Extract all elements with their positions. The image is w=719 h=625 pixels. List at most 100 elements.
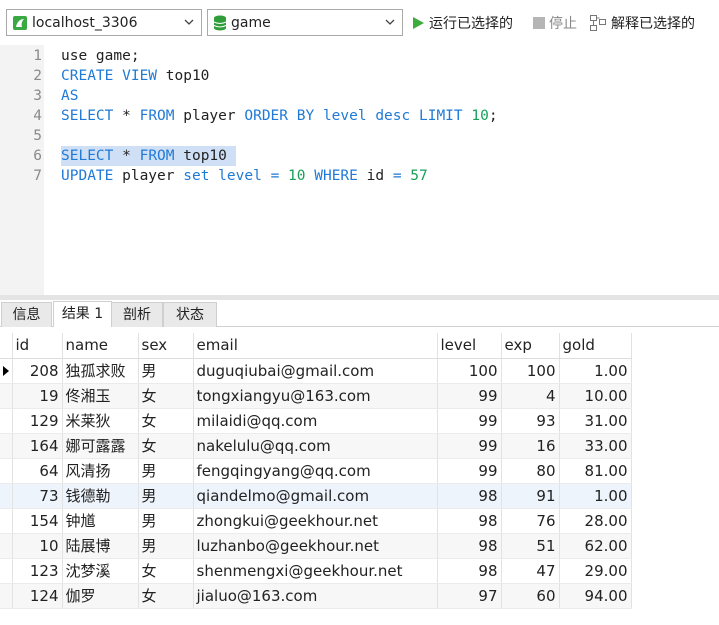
cell-gold[interactable]: 29.00	[559, 558, 632, 584]
code-line[interactable]: 6 SELECT * FROM top10	[0, 146, 719, 166]
cell-id[interactable]: 123	[12, 558, 63, 584]
row-indicator[interactable]	[0, 458, 13, 484]
result-grid[interactable]: id name sex email level exp gold 208 独孤求败男 duguq…	[0, 333, 632, 609]
cell-level[interactable]: 98	[437, 508, 502, 534]
cell-id[interactable]: 208	[12, 358, 63, 384]
table-row[interactable]: 64 风清扬男 fengqingyang@qq.com 99 80 81.00	[0, 458, 632, 484]
cell-sex[interactable]: 男	[138, 483, 194, 509]
cell-level[interactable]: 99	[437, 383, 502, 409]
cell-name[interactable]: 米莱狄	[62, 408, 139, 434]
cell-id[interactable]: 73	[12, 483, 63, 509]
row-indicator[interactable]	[0, 533, 13, 559]
table-row[interactable]: 73 钱德勒男 qiandelmo@gmail.com 98 91 1.00	[0, 483, 632, 509]
cell-sex[interactable]: 男	[138, 358, 194, 384]
cell-email[interactable]: qiandelmo@gmail.com	[193, 483, 438, 509]
cell-id[interactable]: 64	[12, 458, 63, 484]
row-indicator[interactable]	[0, 358, 13, 384]
cell-exp[interactable]: 76	[501, 508, 560, 534]
code-line[interactable]: 3 AS	[0, 86, 719, 106]
cell-level[interactable]: 99	[437, 458, 502, 484]
cell-level[interactable]: 98	[437, 558, 502, 584]
tab-status[interactable]: 状态	[163, 302, 217, 327]
cell-email[interactable]: milaidi@qq.com	[193, 408, 438, 434]
cell-email[interactable]: zhongkui@geekhour.net	[193, 508, 438, 534]
cell-email[interactable]: fengqingyang@qq.com	[193, 458, 438, 484]
cell-name[interactable]: 娜可露露	[62, 433, 139, 459]
column-header-exp[interactable]: exp	[501, 333, 560, 359]
cell-sex[interactable]: 女	[138, 408, 194, 434]
cell-sex[interactable]: 男	[138, 508, 194, 534]
table-row[interactable]: 123 沈梦溪女 shenmengxi@geekhour.net 98 47 29.00	[0, 558, 632, 584]
cell-email[interactable]: tongxiangyu@163.com	[193, 383, 438, 409]
cell-id[interactable]: 129	[12, 408, 63, 434]
code-line[interactable]: 5	[0, 126, 719, 146]
cell-exp[interactable]: 100	[501, 358, 560, 384]
cell-gold[interactable]: 28.00	[559, 508, 632, 534]
row-indicator[interactable]	[0, 558, 13, 584]
cell-email[interactable]: jialuo@163.com	[193, 583, 438, 609]
cell-sex[interactable]: 女	[138, 433, 194, 459]
cell-id[interactable]: 154	[12, 508, 63, 534]
cell-exp[interactable]: 91	[501, 483, 560, 509]
run-selected-button[interactable]: 运行已选择的	[412, 12, 513, 34]
cell-level[interactable]: 98	[437, 483, 502, 509]
column-header-name[interactable]: name	[62, 333, 139, 359]
cell-exp[interactable]: 4	[501, 383, 560, 409]
cell-level[interactable]: 99	[437, 433, 502, 459]
table-row[interactable]: 129 米莱狄女 milaidi@qq.com 99 93 31.00	[0, 408, 632, 434]
cell-email[interactable]: nakelulu@qq.com	[193, 433, 438, 459]
cell-gold[interactable]: 81.00	[559, 458, 632, 484]
cell-id[interactable]: 164	[12, 433, 63, 459]
cell-name[interactable]: 独孤求败	[62, 358, 139, 384]
column-header-level[interactable]: level	[437, 333, 502, 359]
code-line[interactable]: 7 UPDATE player set level = 10 WHERE id =…	[0, 166, 719, 186]
row-indicator[interactable]	[0, 483, 13, 509]
code-line[interactable]: 1 use game;	[0, 46, 719, 66]
table-row[interactable]: 19 佟湘玉女 tongxiangyu@163.com 99 4 10.00	[0, 383, 632, 409]
cell-email[interactable]: shenmengxi@geekhour.net	[193, 558, 438, 584]
code-line[interactable]: 4 SELECT * FROM player ORDER BY level des…	[0, 106, 719, 126]
row-indicator[interactable]	[0, 383, 13, 409]
cell-name[interactable]: 伽罗	[62, 583, 139, 609]
cell-gold[interactable]: 94.00	[559, 583, 632, 609]
cell-gold[interactable]: 1.00	[559, 358, 632, 384]
cell-name[interactable]: 沈梦溪	[62, 558, 139, 584]
code-line[interactable]: 2 CREATE VIEW top10	[0, 66, 719, 86]
cell-exp[interactable]: 80	[501, 458, 560, 484]
cell-gold[interactable]: 10.00	[559, 383, 632, 409]
column-header-id[interactable]: id	[12, 333, 63, 359]
cell-exp[interactable]: 93	[501, 408, 560, 434]
cell-sex[interactable]: 女	[138, 383, 194, 409]
cell-email[interactable]: luzhanbo@geekhour.net	[193, 533, 438, 559]
cell-gold[interactable]: 1.00	[559, 483, 632, 509]
cell-level[interactable]: 97	[437, 583, 502, 609]
cell-exp[interactable]: 16	[501, 433, 560, 459]
cell-id[interactable]: 10	[12, 533, 63, 559]
cell-email[interactable]: duguqiubai@gmail.com	[193, 358, 438, 384]
tab-info[interactable]: 信息	[1, 302, 52, 327]
cell-sex[interactable]: 男	[138, 458, 194, 484]
table-row[interactable]: 154 钟馗男 zhongkui@geekhour.net 98 76 28.00	[0, 508, 632, 534]
cell-id[interactable]: 124	[12, 583, 63, 609]
tab-result-1[interactable]: 结果 1	[53, 301, 112, 327]
cell-level[interactable]: 98	[437, 533, 502, 559]
row-indicator[interactable]	[0, 433, 13, 459]
row-indicator[interactable]	[0, 408, 13, 434]
column-header-sex[interactable]: sex	[138, 333, 194, 359]
cell-name[interactable]: 钟馗	[62, 508, 139, 534]
cell-exp[interactable]: 60	[501, 583, 560, 609]
connection-select[interactable]: localhost_3306	[6, 9, 202, 36]
row-indicator[interactable]	[0, 508, 13, 534]
table-row[interactable]: 124 伽罗女 jialuo@163.com 97 60 94.00	[0, 583, 632, 609]
cell-level[interactable]: 100	[437, 358, 502, 384]
cell-level[interactable]: 99	[437, 408, 502, 434]
table-row[interactable]: 164 娜可露露女 nakelulu@qq.com 99 16 33.00	[0, 433, 632, 459]
database-select[interactable]: game	[207, 9, 403, 36]
cell-sex[interactable]: 女	[138, 583, 194, 609]
cell-name[interactable]: 风清扬	[62, 458, 139, 484]
explain-selected-button[interactable]: 解释已选择的	[590, 12, 695, 34]
cell-exp[interactable]: 47	[501, 558, 560, 584]
stop-button[interactable]: 停止	[533, 12, 577, 34]
table-row[interactable]: 10 陆展博男 luzhanbo@geekhour.net 98 51 62.00	[0, 533, 632, 559]
cell-name[interactable]: 佟湘玉	[62, 383, 139, 409]
